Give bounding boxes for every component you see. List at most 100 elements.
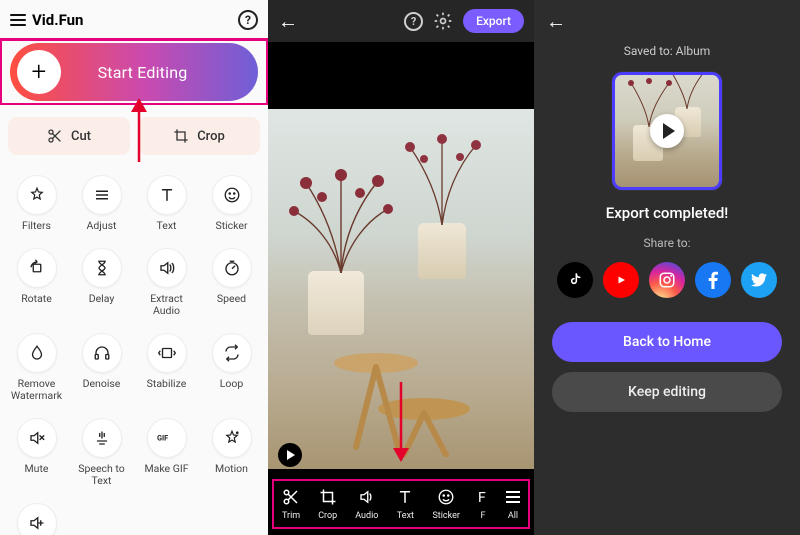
tool-adjust[interactable]: Adjust xyxy=(69,169,134,238)
keep-editing-button[interactable]: Keep editing xyxy=(552,372,782,412)
tool-label: Mute xyxy=(25,463,49,475)
tool-speed[interactable]: Speed xyxy=(199,242,264,323)
tool-sticker[interactable]: Sticker xyxy=(199,169,264,238)
gauge-icon xyxy=(212,248,252,288)
tool-label: Remove Watermark xyxy=(6,378,67,402)
share-row xyxy=(534,262,800,298)
quick-crop-label: Crop xyxy=(197,129,225,144)
svg-text:F: F xyxy=(478,490,486,506)
menu-icon xyxy=(506,487,520,507)
toolbar-crop[interactable]: Crop xyxy=(318,487,337,521)
gif-icon: GIF xyxy=(147,418,187,458)
tool-label: Adjust xyxy=(87,220,117,232)
saved-to-label: Saved to: Album xyxy=(534,44,800,58)
tool-label: Extract Audio xyxy=(136,293,197,317)
tool-denoise[interactable]: Denoise xyxy=(69,327,134,408)
quick-cut-button[interactable]: Cut xyxy=(8,117,130,155)
editor-help-icon[interactable]: ? xyxy=(404,12,423,31)
tool-delay[interactable]: Delay xyxy=(69,242,134,323)
tool-label: Filters xyxy=(22,220,51,232)
help-icon[interactable]: ? xyxy=(238,10,258,30)
play-button[interactable] xyxy=(278,443,302,467)
crop-icon xyxy=(173,128,189,144)
toolbar-text[interactable]: Text xyxy=(396,487,414,521)
start-editing-button[interactable]: + Start Editing xyxy=(10,43,258,101)
tool-loop[interactable]: Loop xyxy=(199,327,264,408)
export-status: Export completed! xyxy=(534,204,800,222)
svg-text:GIF: GIF xyxy=(157,434,168,443)
tool-motion[interactable]: Motion xyxy=(199,412,264,493)
preview-flowers xyxy=(392,129,492,225)
toolbar-label: Text xyxy=(397,511,414,521)
toolbar-label: Trim xyxy=(282,511,300,521)
youtube-icon xyxy=(615,274,627,286)
tool-speech-to-text[interactable]: Speech to Text xyxy=(69,412,134,493)
crop-icon xyxy=(319,487,337,507)
plus-icon: + xyxy=(17,50,61,94)
export-thumbnail[interactable] xyxy=(612,72,722,190)
editor-header: ← ? Export xyxy=(268,0,534,42)
loop-icon xyxy=(212,333,252,373)
preview-stand xyxy=(326,317,476,457)
tool-mute[interactable]: Mute xyxy=(4,412,69,493)
share-youtube-button[interactable] xyxy=(603,262,639,298)
tool-remove-watermark[interactable]: Remove Watermark xyxy=(4,327,69,408)
settings-icon[interactable] xyxy=(433,11,453,31)
preview-pot xyxy=(418,223,466,279)
tool-label: Speed xyxy=(217,293,246,305)
export-button[interactable]: Export xyxy=(463,9,524,33)
tool-filters[interactable]: Filters xyxy=(4,169,69,238)
toolbar-f[interactable]: F F xyxy=(478,487,488,521)
share-instagram-button[interactable] xyxy=(649,262,685,298)
motion-star-icon xyxy=(212,418,252,458)
audio-out-icon xyxy=(147,248,187,288)
tool-label: Delay xyxy=(89,293,115,305)
tool-stabilize[interactable]: Stabilize xyxy=(134,327,199,408)
text-t-icon xyxy=(147,175,187,215)
preview-image xyxy=(268,109,534,469)
preview-flowers xyxy=(286,163,396,273)
share-tiktok-button[interactable] xyxy=(557,262,593,298)
share-facebook-button[interactable] xyxy=(695,262,731,298)
back-to-home-button[interactable]: Back to Home xyxy=(552,322,782,362)
tool-label: Speech to Text xyxy=(71,463,132,487)
toolbar-sticker[interactable]: Sticker xyxy=(432,487,459,521)
tool-boost-volume[interactable]: Boost Volume xyxy=(4,497,69,535)
scissors-icon xyxy=(47,128,63,144)
back-icon[interactable]: ← xyxy=(278,9,298,34)
back-icon[interactable]: ← xyxy=(546,9,566,34)
mute-icon xyxy=(17,418,57,458)
toolbar-all[interactable]: All xyxy=(506,487,520,521)
tool-rotate[interactable]: Rotate xyxy=(4,242,69,323)
tool-make-gif[interactable]: GIF Make GIF xyxy=(134,412,199,493)
share-twitter-button[interactable] xyxy=(741,262,777,298)
export-panel: ← Saved to: Album Export completed! Shar… xyxy=(534,0,800,535)
speech-text-icon xyxy=(82,418,122,458)
text-t-icon xyxy=(396,487,414,507)
tool-extract-audio[interactable]: Extract Audio xyxy=(134,242,199,323)
play-icon xyxy=(650,114,684,148)
hourglass-icon xyxy=(82,248,122,288)
start-editing-label: Start Editing xyxy=(61,63,258,82)
tool-text[interactable]: Text xyxy=(134,169,199,238)
tool-label: Loop xyxy=(220,378,244,390)
play-icon xyxy=(287,450,295,460)
smile-icon xyxy=(212,175,252,215)
instagram-icon xyxy=(658,271,676,289)
tool-label: Denoise xyxy=(83,378,121,390)
thumbnail-image xyxy=(615,75,719,187)
menu-icon[interactable] xyxy=(10,14,26,26)
editor-toolbar-highlight: Trim Crop Audio Text Sticker F F All xyxy=(272,479,530,529)
tool-grid: Filters Adjust Text Sticker Rotate Delay… xyxy=(0,163,268,535)
twitter-icon xyxy=(751,273,767,287)
scissors-icon xyxy=(282,487,300,507)
tool-label: Sticker xyxy=(215,220,247,232)
toolbar-audio[interactable]: Audio xyxy=(355,487,378,521)
smile-icon xyxy=(437,487,455,507)
audio-out-icon xyxy=(358,487,376,507)
toolbar-trim[interactable]: Trim xyxy=(282,487,300,521)
rotate-icon xyxy=(17,248,57,288)
quick-crop-button[interactable]: Crop xyxy=(138,117,260,155)
video-preview[interactable] xyxy=(268,42,534,535)
tool-label: Text xyxy=(157,220,177,232)
